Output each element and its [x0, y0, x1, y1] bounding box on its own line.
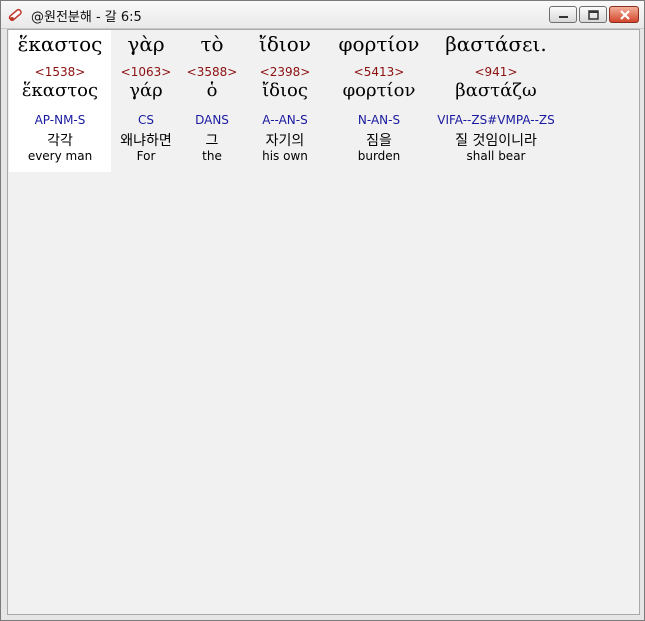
korean-gloss: 그 — [205, 133, 219, 149]
strong-number: <941> — [474, 65, 518, 79]
english-gloss: the — [202, 149, 222, 163]
strong-number: <2398> — [259, 65, 311, 79]
parsing-code: A--AN-S — [262, 113, 308, 127]
interlinear-panel: ἕκαστος <1538> ἕκαστος AP-NM-S 각각 every … — [7, 29, 640, 615]
greek-word: γὰρ — [127, 32, 165, 56]
english-gloss: his own — [262, 149, 308, 163]
parsing-code: DANS — [195, 113, 229, 127]
greek-word: ἴδιον — [259, 32, 311, 56]
word-column[interactable]: ἴδιον <2398> ἴδιος A--AN-S 자기의 his own — [245, 30, 325, 172]
greek-lemma: βαστάζω — [455, 80, 537, 101]
greek-lemma: γάρ — [129, 80, 163, 101]
greek-lemma: ἕκαστος — [21, 80, 99, 101]
english-gloss: every man — [27, 149, 93, 163]
english-gloss: shall bear — [466, 149, 526, 163]
close-button[interactable] — [609, 6, 639, 23]
english-gloss: For — [136, 149, 156, 163]
greek-lemma: φορτίον — [342, 80, 416, 101]
greek-word: ἕκαστος — [17, 32, 103, 56]
korean-gloss: 왜냐하면 — [120, 133, 172, 149]
strong-number: <3588> — [186, 65, 238, 79]
parsing-code: VIFA--ZS#VMPA--ZS — [437, 113, 555, 127]
word-column[interactable]: βαστάσει. <941> βαστάζω VIFA--ZS#VMPA--Z… — [433, 30, 559, 172]
greek-word: φορτίον — [338, 32, 420, 56]
word-column[interactable]: τὸ <3588> ὁ DANS 그 the — [181, 30, 243, 172]
parsing-code: AP-NM-S — [34, 113, 86, 127]
parsing-code: N-AN-S — [357, 113, 401, 127]
title-bar[interactable]: @원전분해 - 갈 6:5 — [1, 1, 644, 29]
strong-number: <1538> — [34, 65, 86, 79]
strong-number: <1063> — [120, 65, 172, 79]
korean-gloss: 짐을 — [366, 133, 392, 149]
korean-gloss: 자기의 — [265, 133, 305, 149]
greek-lemma: ὁ — [206, 80, 218, 101]
minimize-button[interactable] — [549, 6, 577, 23]
strong-number: <5413> — [353, 65, 405, 79]
word-column[interactable]: γὰρ <1063> γάρ CS 왜냐하면 For — [113, 30, 179, 172]
greek-lemma: ἴδιος — [262, 80, 308, 101]
korean-gloss: 질 것임이니라 — [455, 133, 537, 149]
parsing-code: CS — [138, 113, 154, 127]
window-title: @원전분해 - 갈 6:5 — [31, 10, 142, 25]
korean-gloss: 각각 — [47, 133, 73, 149]
word-column[interactable]: ἕκαστος <1538> ἕκαστος AP-NM-S 각각 every … — [9, 30, 111, 172]
close-icon — [620, 10, 630, 20]
word-column[interactable]: φορτίον <5413> φορτίον N-AN-S 짐을 burden — [327, 30, 431, 172]
minimize-icon — [559, 16, 568, 18]
greek-word: βαστάσει. — [445, 32, 547, 56]
maximize-icon — [588, 10, 599, 20]
maximize-button[interactable] — [579, 6, 607, 23]
greek-word: τὸ — [200, 32, 224, 56]
app-tool-icon[interactable] — [7, 6, 25, 24]
english-gloss: burden — [357, 149, 401, 163]
app-window: @원전분해 - 갈 6:5 ἕκαστος <1538> ἕκαστος AP-… — [0, 0, 645, 621]
